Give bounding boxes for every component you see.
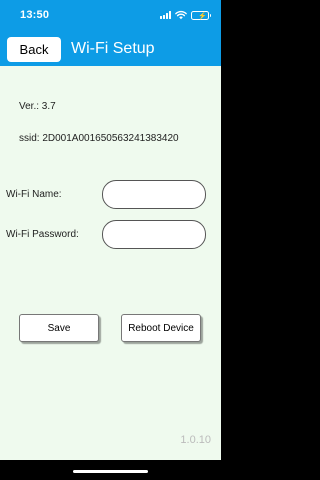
reboot-device-button[interactable]: Reboot Device bbox=[121, 314, 201, 342]
firmware-version: Ver.: 3.7 bbox=[19, 101, 56, 112]
ssid-text: ssid: 2D001A001650563241383420 bbox=[19, 133, 179, 144]
wifi-password-label: Wi-Fi Password: bbox=[6, 229, 79, 240]
app-version: 1.0.10 bbox=[180, 434, 211, 446]
status-icons: ⚡ bbox=[160, 10, 211, 20]
home-indicator bbox=[73, 470, 148, 473]
wifi-name-input[interactable] bbox=[102, 180, 206, 209]
page-title: Wi-Fi Setup bbox=[71, 40, 155, 57]
wifi-name-label: Wi-Fi Name: bbox=[6, 189, 62, 200]
status-time: 13:50 bbox=[20, 9, 50, 21]
content-area: Ver.: 3.7 ssid: 2D001A001650563241383420… bbox=[0, 66, 221, 460]
battery-charging-icon: ⚡ bbox=[191, 10, 211, 20]
status-bar: 13:50 ⚡ bbox=[0, 0, 221, 30]
wifi-icon bbox=[175, 10, 187, 20]
wifi-password-input[interactable] bbox=[102, 220, 206, 249]
nav-bar: Back Wi-Fi Setup bbox=[0, 30, 221, 66]
back-button[interactable]: Back bbox=[7, 37, 61, 62]
save-button[interactable]: Save bbox=[19, 314, 99, 342]
signal-icon bbox=[160, 11, 171, 19]
